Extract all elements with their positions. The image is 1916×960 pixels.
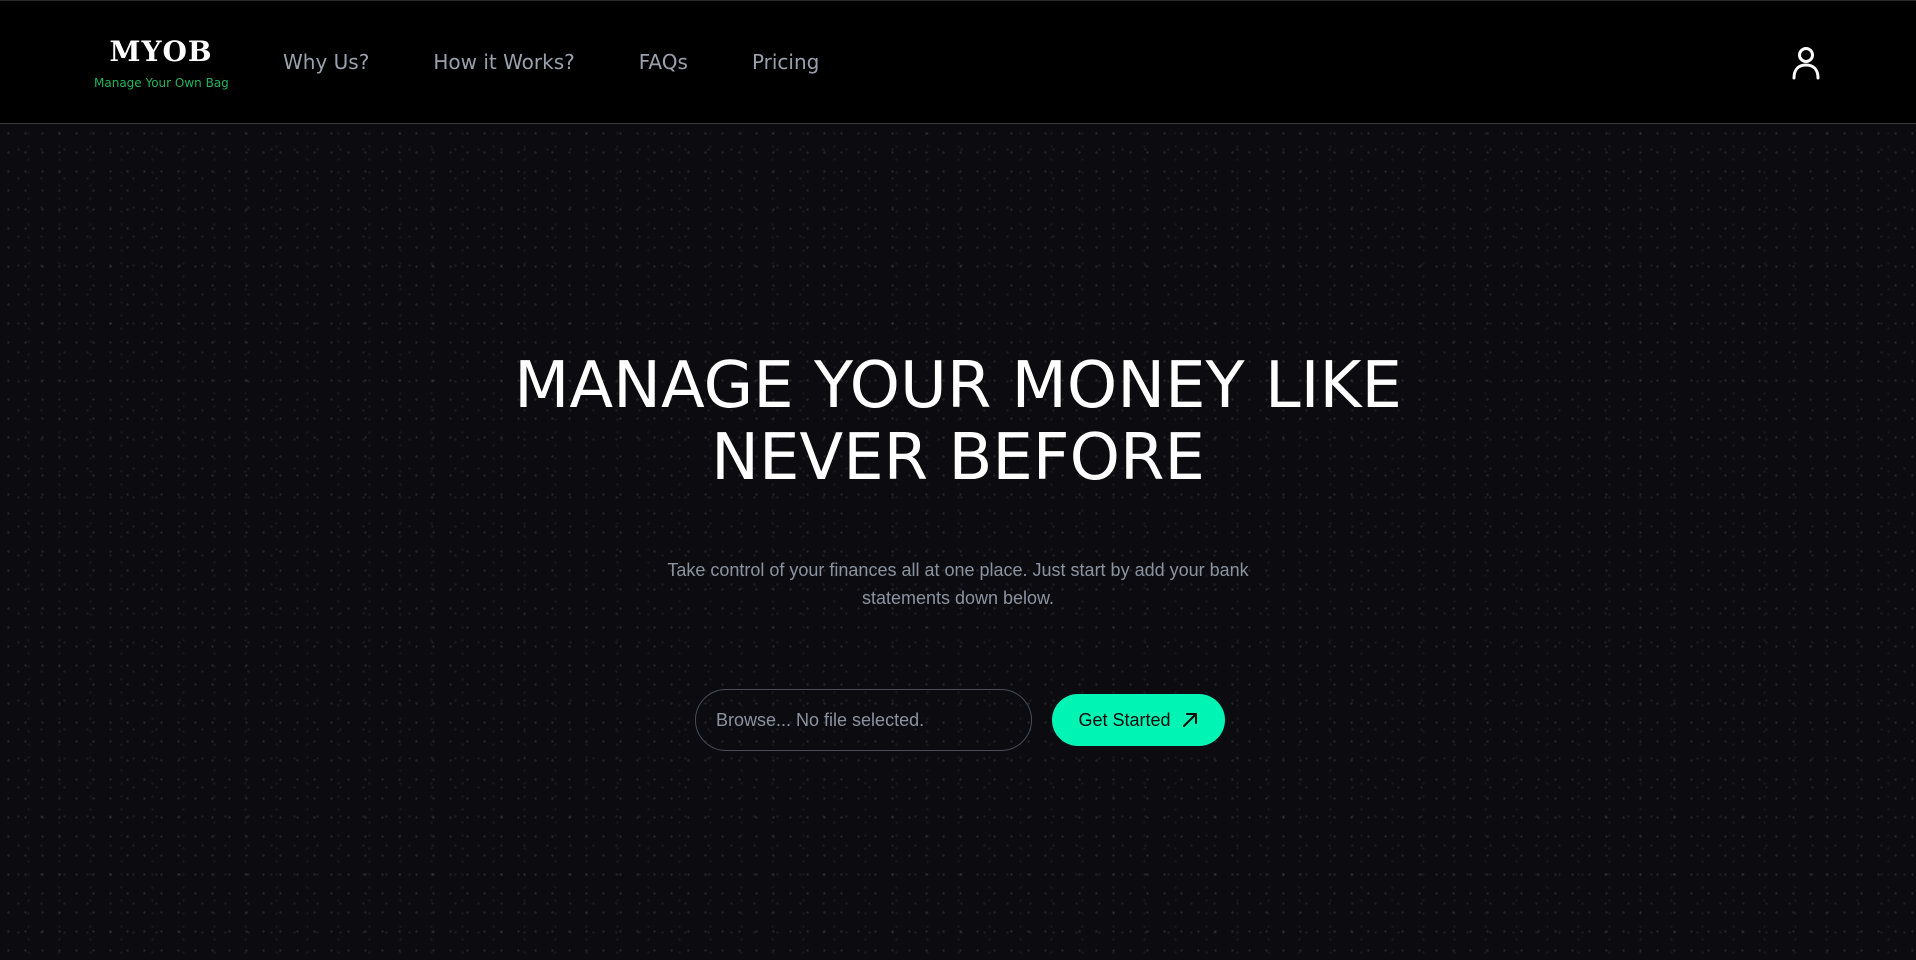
get-started-button[interactable]: Get Started — [1052, 694, 1225, 746]
account-button[interactable] — [1788, 43, 1824, 83]
hero-subtitle: Take control of your finances all at one… — [667, 560, 1249, 608]
brand-name: MYOB — [109, 35, 213, 68]
logo[interactable]: MYOB Manage Your Own Bag — [94, 35, 229, 91]
hero-title-line-2: NEVER BEFORE — [711, 421, 1205, 495]
hero-title: MANAGE YOUR MONEY LIKE NEVER BEFORE — [358, 350, 1558, 494]
main-nav: Why Us? How it Works? FAQs Pricing — [283, 49, 819, 75]
hero-title-line-1: MANAGE YOUR MONEY LIKE — [514, 349, 1402, 423]
bank-statement-file-input[interactable]: Browse... No file selected. — [695, 689, 1032, 751]
get-started-label: Get Started — [1078, 709, 1171, 730]
nav-link-how-it-works[interactable]: How it Works? — [433, 49, 574, 75]
navbar: MYOB Manage Your Own Bag Why Us? How it … — [0, 0, 1916, 124]
nav-link-why-us[interactable]: Why Us? — [283, 49, 369, 75]
nav-link-faqs[interactable]: FAQs — [639, 49, 688, 75]
nav-link-pricing[interactable]: Pricing — [752, 49, 819, 75]
user-icon — [1792, 47, 1820, 80]
arrow-up-right-icon — [1181, 711, 1199, 729]
file-input-status: Browse... No file selected. — [716, 709, 925, 730]
brand-tagline: Manage Your Own Bag — [94, 76, 229, 90]
hero-section: MANAGE YOUR MONEY LIKE NEVER BEFORE Take… — [0, 124, 1916, 960]
